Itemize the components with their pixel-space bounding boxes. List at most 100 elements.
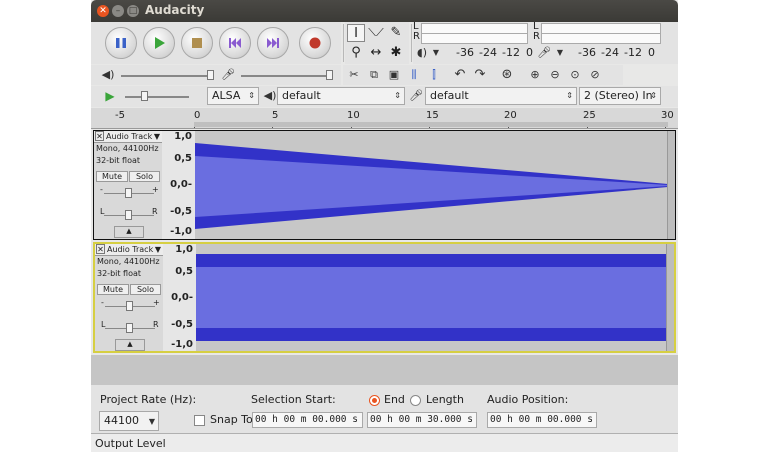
maximize-icon[interactable]: □ [127,5,139,17]
record-volume-slider[interactable] [326,70,333,80]
solo-button[interactable]: Solo [130,284,161,295]
selection-start-field[interactable]: 00 h 00 m 00.000 s [252,412,363,428]
stop-icon [192,38,202,48]
audio-position-value: 00 h 00 m 00.000 s [490,414,593,425]
solo-button[interactable]: Solo [129,171,160,182]
minimize-icon[interactable]: – [112,5,124,17]
snap-to-label: Snap To [210,413,253,426]
play-at-speed-icon[interactable]: ▶ [101,88,119,104]
chevron-down-icon[interactable]: ▼ [154,131,160,142]
end-radio[interactable] [369,395,380,406]
close-track-icon[interactable]: ✕ [96,244,105,254]
chevron-down-icon: ⇕ [566,91,573,100]
zoom-out-icon[interactable]: ⊖ [546,67,564,83]
copy-icon[interactable]: ⧉ [365,67,383,83]
close-track-icon[interactable]: ✕ [95,131,104,141]
audio-track-1[interactable]: ✕ Audio Track ▼ Mono, 44100Hz 32-bit flo… [93,130,676,240]
selection-end-field[interactable]: 00 h 00 m 30.000 s [367,412,477,428]
timeline-ruler[interactable]: -5 0 5 10 15 20 25 30 [91,108,678,129]
audio-host-select[interactable]: ALSA ⇕ [207,87,259,105]
playback-volume-track [121,75,213,77]
record-scale-2: -24 [479,46,497,59]
collapse-track-icon[interactable]: ▲ [114,226,144,238]
mute-button[interactable]: Mute [96,171,128,182]
waveform-track-2[interactable] [196,244,669,351]
pause-button[interactable] [105,27,137,59]
play-button[interactable] [143,27,175,59]
zoom-in-icon[interactable]: ⊕ [526,67,544,83]
vertical-scale: 1,0 0,5 0,0- -0,5 -1,0 [162,131,196,239]
track-scrollbar[interactable] [667,131,675,239]
skip-to-end-button[interactable] [257,27,289,59]
ruler-label: 25 [583,110,596,121]
selection-start-label: Selection Start: [251,393,336,406]
mute-button[interactable]: Mute [97,284,129,295]
fit-project-icon[interactable]: ⊘ [586,67,604,83]
fit-selection-icon[interactable]: ⊙ [566,67,584,83]
snap-to-checkbox[interactable] [194,415,205,426]
ruler-label: 15 [426,110,439,121]
axis-label: 1,0 [174,131,192,142]
audio-position-field[interactable]: 00 h 00 m 00.000 s [487,412,597,428]
ruler-label: -5 [115,110,125,121]
envelope-tool-icon[interactable]: ⟍⟋ [367,24,385,42]
edit-toolbar: ✂ ⧉ ▣ ⫼ ⫿ ↶ ↷ ⊛ ⊕ ⊖ ⊙ ⊘ [343,65,623,85]
track-bitdepth: 32-bit float [97,269,142,278]
track-scrollbar[interactable] [666,244,674,351]
chevron-down-icon[interactable]: ▼ [155,244,161,255]
skip-to-start-button[interactable] [219,27,251,59]
undo-icon[interactable]: ↶ [451,67,469,83]
record-meter-r: R [413,31,420,42]
multi-tool-icon[interactable]: ✱ [387,44,405,62]
record-scale-1: -36 [456,46,474,59]
draw-tool-icon[interactable]: ✎ [387,24,405,42]
waveform-track-1[interactable] [195,131,668,239]
recording-device-value: default [430,89,469,102]
close-icon[interactable]: ✕ [97,5,109,17]
selection-tool-icon[interactable]: I [347,24,365,42]
skip-to-start-icon [229,38,241,48]
playback-volume-slider[interactable] [207,70,214,80]
project-rate-select[interactable]: 44100 ▼ [99,411,159,431]
paste-icon[interactable]: ▣ [385,67,403,83]
timeshift-tool-icon[interactable]: ↔ [367,44,385,62]
gain-slider[interactable] [126,301,133,311]
silence-icon[interactable]: ⫿ [425,67,443,83]
sync-lock-icon[interactable]: ⊛ [498,67,516,83]
record-meter-bar-r [421,33,528,44]
playback-device-select[interactable]: default ⇕ [277,87,405,105]
recording-device-select[interactable]: default ⇕ [425,87,577,105]
gain-slider[interactable] [125,188,132,198]
chevron-down-icon: ⇕ [650,91,657,100]
track-name-menu[interactable]: Audio Track [106,131,152,142]
length-radio[interactable] [410,395,421,406]
audio-track-2[interactable]: ✕ Audio Track ▼ Mono, 44100Hz 32-bit flo… [93,242,676,353]
record-scale-4: 0 [526,46,533,59]
empty-track-area[interactable] [91,355,678,385]
channels-select[interactable]: 2 (Stereo) In ⇕ [579,87,661,105]
play-speed-slider[interactable] [141,91,148,101]
zoom-tool-icon[interactable]: ⚲ [347,44,365,62]
track-name-menu[interactable]: Audio Track [107,244,153,255]
axis-label: 0,0- [171,292,193,303]
collapse-track-icon[interactable]: ▲ [115,339,145,351]
redo-icon[interactable]: ↷ [471,67,489,83]
audio-host-value: ALSA [212,89,241,102]
device-toolbar: ▶ ALSA ⇕ ◀) default ⇕ 🎤︎ default ⇕ 2 (Stere… [91,86,678,107]
trim-icon[interactable]: ⫼ [405,67,423,83]
project-rate-value: 44100 [104,414,139,427]
skip-to-end-icon [267,38,279,48]
stop-button[interactable] [181,27,213,59]
track-header: ✕ Audio Track ▼ [94,131,162,143]
selection-start-value: 00 h 00 m 00.000 s [255,414,358,425]
playback-meter-menu-icon[interactable]: ▼ [551,45,569,61]
status-text: Output Level [95,437,166,450]
record-meter-menu-icon[interactable]: ▼ [427,45,445,61]
pan-slider[interactable] [126,323,133,333]
record-button[interactable] [299,27,331,59]
cut-icon[interactable]: ✂ [345,67,363,83]
pan-slider[interactable] [125,210,132,220]
axis-label: -0,5 [171,319,193,330]
pause-icon [116,38,126,48]
ruler-label: 20 [504,110,517,121]
